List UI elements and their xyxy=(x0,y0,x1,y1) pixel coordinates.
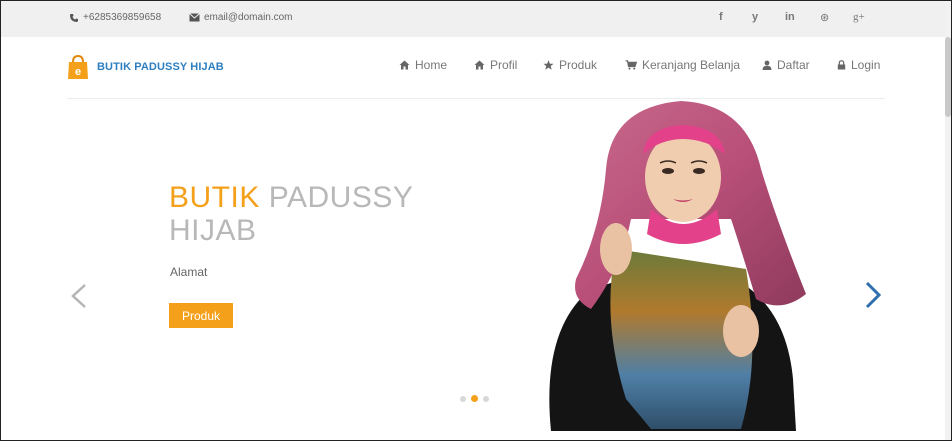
navbar: e BUTIK PADUSSY HIJAB Home Profil Produk xyxy=(1,37,945,97)
nav-produk[interactable]: Produk xyxy=(543,58,597,72)
envelope-icon xyxy=(189,13,200,22)
hero-title: BUTIK PADUSSY HIJAB xyxy=(169,181,413,247)
twitter-icon[interactable]: y xyxy=(752,11,758,23)
phone-number: +6285369859658 xyxy=(83,12,162,23)
home-icon xyxy=(474,60,485,70)
linkedin-icon[interactable]: in xyxy=(785,11,795,23)
page-scrollbar[interactable] xyxy=(945,1,951,440)
dribbble-icon[interactable]: ⊛ xyxy=(820,11,829,24)
carousel-dot-1[interactable] xyxy=(460,395,466,402)
nav-keranjang-belanja[interactable]: Keranjang Belanja xyxy=(625,58,740,72)
carousel-next-arrow-icon[interactable] xyxy=(863,281,883,309)
cart-icon xyxy=(625,60,637,70)
browser-frame: +6285369859658 email@domain.com f y in ⊛… xyxy=(0,0,952,441)
hero-model-image xyxy=(549,101,806,431)
phone-icon xyxy=(70,13,78,22)
lock-icon xyxy=(837,60,846,70)
star-icon xyxy=(543,60,554,70)
email-contact[interactable]: email@domain.com xyxy=(189,12,293,23)
google-plus-icon[interactable]: g+ xyxy=(853,11,865,23)
nav-profil[interactable]: Profil xyxy=(474,58,517,72)
scrollbar-thumb[interactable] xyxy=(945,37,951,117)
hero-title-line2: HIJAB xyxy=(169,214,257,247)
carousel-dot-3[interactable] xyxy=(483,395,489,402)
nav-produk-label: Produk xyxy=(559,58,598,72)
hero-subtitle: Alamat xyxy=(170,265,208,279)
hero-title-rest: PADUSSY xyxy=(268,181,414,214)
nav-login[interactable]: Login xyxy=(837,58,880,72)
hero-produk-button[interactable]: Produk xyxy=(169,303,233,328)
home-icon xyxy=(399,60,410,70)
top-bar: +6285369859658 email@domain.com f y in ⊛… xyxy=(1,1,945,38)
hero-title-accent: BUTIK xyxy=(169,181,260,214)
nav-home[interactable]: Home xyxy=(399,58,447,72)
user-icon xyxy=(762,60,772,70)
carousel-indicators xyxy=(460,395,489,402)
brand-name[interactable]: BUTIK PADUSSY HIJAB xyxy=(97,61,224,73)
shopping-bag-logo-icon[interactable]: e xyxy=(67,54,89,80)
logo-letter: e xyxy=(75,66,81,78)
carousel-prev-arrow-icon[interactable] xyxy=(69,283,89,309)
phone-contact[interactable]: +6285369859658 xyxy=(69,12,161,23)
nav-daftar-label: Daftar xyxy=(777,58,810,72)
carousel-dot-2[interactable] xyxy=(471,395,478,402)
nav-home-label: Home xyxy=(415,58,448,72)
nav-daftar[interactable]: Daftar xyxy=(762,58,810,72)
nav-login-label: Login xyxy=(851,58,881,72)
nav-keranjang-label: Keranjang Belanja xyxy=(642,58,741,72)
facebook-icon[interactable]: f xyxy=(719,11,723,23)
nav-profil-label: Profil xyxy=(490,58,518,72)
email-address: email@domain.com xyxy=(204,12,293,23)
